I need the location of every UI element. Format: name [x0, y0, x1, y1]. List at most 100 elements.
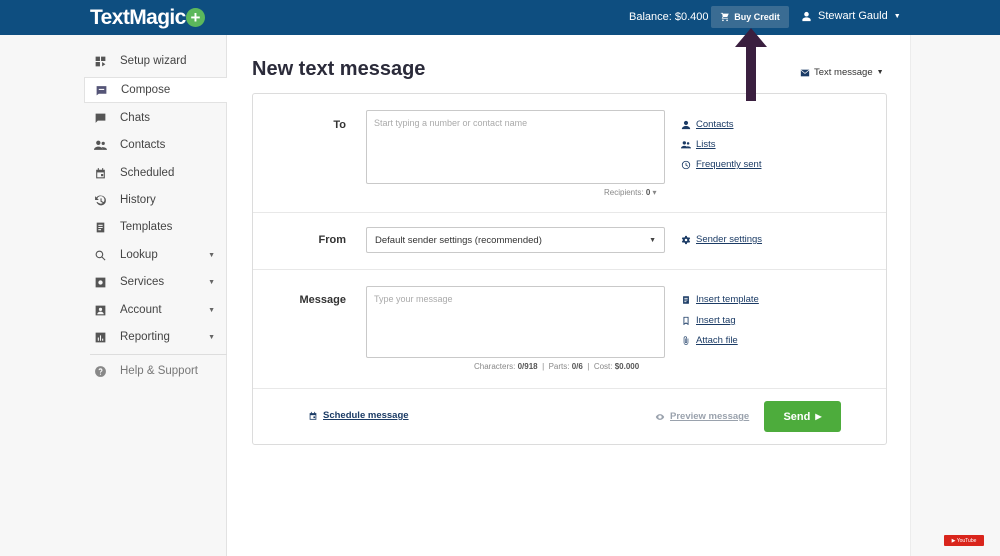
clock-icon [681, 160, 691, 169]
top-bar: TextMagic + Balance: $0.400 Buy Credit S… [0, 0, 1000, 35]
sidebar-item-label: Contacts [120, 139, 166, 151]
contacts-link[interactable]: Contacts [681, 119, 734, 130]
preview-message-link[interactable]: Preview message [655, 411, 749, 422]
to-label: To [333, 119, 346, 131]
app-logo[interactable]: TextMagic [90, 6, 186, 30]
sender-select-value: Default sender settings (recommended) [375, 234, 542, 246]
message-type-label: Text message [814, 67, 873, 78]
sidebar-item-label: Lookup [120, 249, 158, 261]
chevron-down-icon: ▼ [208, 251, 215, 259]
sidebar-item-label: Account [120, 304, 162, 316]
eye-icon [655, 413, 665, 420]
send-button[interactable]: Send ▶ [764, 401, 841, 432]
sidebar-item-label: Help & Support [120, 365, 198, 377]
schedule-message-link[interactable]: Schedule message [308, 410, 409, 421]
characters-value: 0/918 [517, 362, 538, 371]
envelope-icon [800, 69, 810, 76]
history-icon [93, 193, 107, 207]
sidebar-divider [90, 354, 227, 355]
to-input[interactable]: Start typing a number or contact name [366, 110, 665, 184]
characters-label: Characters: [474, 362, 516, 371]
attach-file-link[interactable]: Attach file [681, 335, 738, 346]
chats-icon [93, 111, 107, 125]
calendar-icon [309, 411, 317, 420]
user-menu[interactable]: Stewart Gauld ▼ [801, 10, 901, 22]
balance-text: Balance: $0.400 [629, 11, 709, 23]
recipients-count: Recipients: 0 ▾ [604, 188, 657, 197]
parts-label: Parts: [548, 362, 570, 371]
message-stats: Characters: 0/918 | Parts: 0/6 | Cost: $… [474, 362, 640, 371]
sender-select[interactable]: Default sender settings (recommended) ▼ [366, 227, 665, 253]
message-type-dropdown[interactable]: Text message ▼ [800, 67, 884, 78]
message-textarea[interactable]: Type your message [366, 286, 665, 358]
contacts-icon [93, 138, 107, 152]
sender-settings-link[interactable]: Sender settings [681, 234, 762, 245]
reporting-icon [93, 330, 107, 344]
lists-link[interactable]: Lists [681, 139, 716, 150]
sidebar-item-compose[interactable]: Compose [84, 77, 227, 103]
insert-template-link[interactable]: Insert template [681, 294, 759, 305]
youtube-badge: ▶ YouTube [944, 535, 984, 546]
attach-file-link-label: Attach file [696, 335, 738, 346]
sidebar-item-contacts[interactable]: Contacts [84, 132, 227, 158]
sidebar-item-scheduled[interactable]: Scheduled [84, 160, 227, 186]
gear-icon [681, 235, 691, 244]
search-icon [93, 248, 107, 262]
account-icon [93, 303, 107, 317]
services-icon [93, 275, 107, 289]
sidebar-item-history[interactable]: History [84, 187, 227, 213]
lists-link-label: Lists [696, 139, 716, 150]
sidebar-item-label: History [120, 194, 156, 206]
compose-icon [94, 83, 108, 97]
row-divider [253, 388, 886, 389]
sidebar-item-reporting[interactable]: Reporting ▼ [84, 324, 227, 350]
sidebar-item-label: Templates [120, 221, 173, 233]
cost-value: $0.000 [614, 362, 640, 371]
chevron-down-icon: ▼ [649, 236, 656, 244]
sidebar-item-templates[interactable]: Templates [84, 214, 227, 240]
message-label: Message [299, 294, 346, 306]
annotation-arrow [735, 28, 767, 101]
sidebar-item-label: Scheduled [120, 167, 175, 179]
people-icon [681, 140, 691, 148]
bookmark-icon [683, 316, 689, 325]
user-name: Stewart Gauld [818, 10, 888, 22]
caret-right-icon: ▶ [815, 412, 822, 421]
insert-tag-link-label: Insert tag [696, 315, 736, 326]
page-title: New text message [252, 58, 426, 80]
sidebar-item-lookup[interactable]: Lookup ▼ [84, 242, 227, 268]
parts-value: 0/6 [571, 362, 583, 371]
frequently-sent-link[interactable]: Frequently sent [681, 159, 761, 170]
sender-settings-link-label: Sender settings [696, 234, 763, 245]
chevron-down-icon: ▼ [876, 69, 884, 76]
sidebar-item-label: Services [120, 276, 165, 288]
sidebar-item-label: Compose [121, 84, 171, 96]
contacts-link-label: Contacts [696, 119, 734, 130]
chevron-down-icon: ▼ [893, 12, 901, 20]
sidebar-item-account[interactable]: Account ▼ [84, 297, 227, 323]
user-icon [681, 120, 691, 129]
sidebar-item-label: Setup wizard [120, 55, 187, 67]
from-label: From [318, 234, 347, 246]
sidebar-item-help[interactable]: Help & Support [84, 358, 227, 384]
cart-icon [721, 12, 729, 22]
sidebar-item-setup-wizard[interactable]: Setup wizard [84, 48, 227, 74]
setup-wizard-icon [93, 54, 107, 68]
row-divider [253, 212, 886, 213]
frequently-sent-link-label: Frequently sent [696, 159, 762, 170]
templates-icon [93, 220, 107, 234]
schedule-message-label: Schedule message [323, 410, 409, 421]
paperclip-icon [683, 335, 689, 345]
preview-message-label: Preview message [670, 411, 750, 422]
sidebar-item-services[interactable]: Services ▼ [84, 269, 227, 295]
cost-label: Cost: [593, 362, 613, 371]
calendar-icon [93, 166, 107, 180]
recipients-value: 0 [645, 188, 651, 197]
right-panel [910, 35, 1000, 556]
sidebar-item-label: Chats [120, 112, 151, 124]
insert-tag-link[interactable]: Insert tag [681, 315, 736, 326]
send-button-label: Send [783, 410, 811, 423]
quick-add-button[interactable]: + [186, 8, 205, 27]
sidebar-item-chats[interactable]: Chats [84, 105, 227, 131]
buy-credit-label: Buy Credit [734, 12, 780, 22]
